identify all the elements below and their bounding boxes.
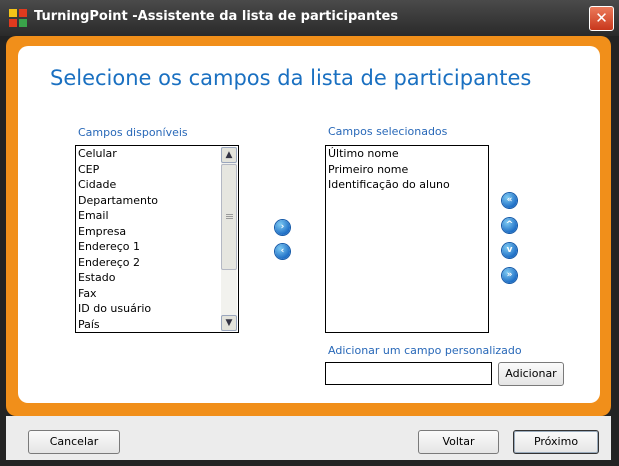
list-item[interactable]: Departamento	[76, 193, 238, 209]
scroll-down-icon[interactable]: ▼	[221, 315, 237, 331]
selected-fields-label: Campos selecionados	[328, 125, 448, 138]
list-item[interactable]: Último nome	[326, 146, 488, 162]
available-fields-list[interactable]: Celular CEP Cidade Departamento Email Empresa…	[75, 145, 239, 333]
title-bar[interactable]: TurningPoint -Assistente da lista de par…	[0, 0, 619, 36]
selected-fields-list[interactable]: Último nome Primeiro nome Identificação do…	[325, 145, 489, 333]
move-down-icon[interactable]: v	[502, 243, 517, 258]
custom-field-input[interactable]	[325, 362, 492, 385]
add-field-arrow-right-icon[interactable]: ›	[275, 220, 290, 235]
move-up-icon[interactable]: ^	[502, 218, 517, 233]
turningpoint-logo-icon	[9, 9, 27, 27]
scroll-thumb[interactable]	[221, 164, 237, 270]
list-item[interactable]: Identificação do aluno	[326, 177, 488, 193]
list-item[interactable]: Cidade	[76, 177, 238, 193]
list-item[interactable]: Endereço 2	[76, 255, 238, 271]
list-item[interactable]: Endereço 1	[76, 239, 238, 255]
cancel-button[interactable]: Cancelar	[28, 430, 120, 454]
back-button[interactable]: Voltar	[418, 430, 499, 454]
wizard-window: TurningPoint -Assistente da lista de par…	[0, 0, 619, 466]
move-to-top-icon[interactable]: «	[502, 193, 517, 208]
list-item[interactable]: Fax	[76, 286, 238, 302]
custom-field-label: Adicionar um campo personalizado	[328, 344, 522, 357]
next-button[interactable]: Próximo	[513, 430, 599, 454]
remove-field-arrow-left-icon[interactable]: ‹	[275, 244, 290, 259]
window-title: TurningPoint -Assistente da lista de par…	[34, 9, 399, 24]
list-item[interactable]: Empresa	[76, 224, 238, 240]
list-item[interactable]: CEP	[76, 162, 238, 178]
scroll-up-icon[interactable]: ▲	[221, 147, 237, 163]
move-to-bottom-icon[interactable]: »	[502, 268, 517, 283]
page-title: Selecione os campos da lista de particip…	[50, 66, 532, 90]
list-item[interactable]: Celular	[76, 146, 238, 162]
add-custom-field-button[interactable]: Adicionar	[498, 362, 564, 386]
list-item[interactable]: ID do usuário	[76, 301, 238, 317]
list-item[interactable]: País	[76, 317, 238, 333]
list-item[interactable]: Email	[76, 208, 238, 224]
list-item[interactable]: Estado	[76, 270, 238, 286]
scroll-grip-icon	[226, 214, 233, 215]
list-item[interactable]: Primeiro nome	[326, 162, 488, 178]
available-fields-label: Campos disponíveis	[78, 126, 188, 139]
close-icon[interactable]: ✕	[589, 6, 614, 31]
available-list-scrollbar[interactable]: ▲ ▼	[221, 147, 237, 331]
